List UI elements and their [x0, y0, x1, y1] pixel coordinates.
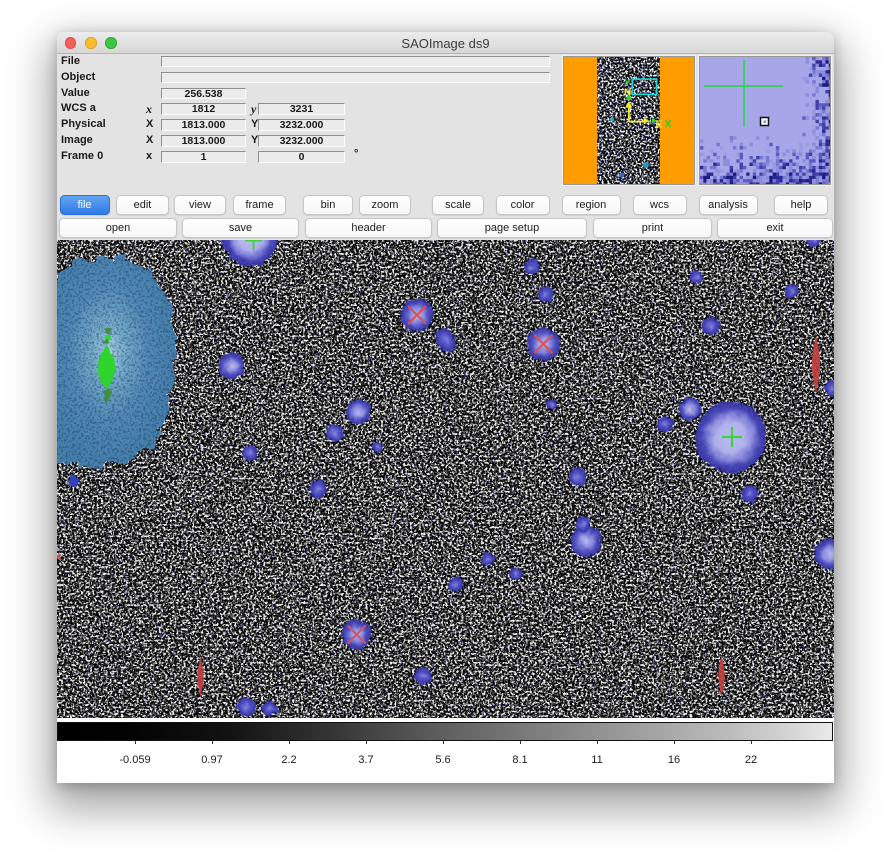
svg-text:X: X	[665, 119, 672, 130]
svg-text:E: E	[656, 119, 663, 130]
svg-text:N: N	[624, 88, 631, 99]
